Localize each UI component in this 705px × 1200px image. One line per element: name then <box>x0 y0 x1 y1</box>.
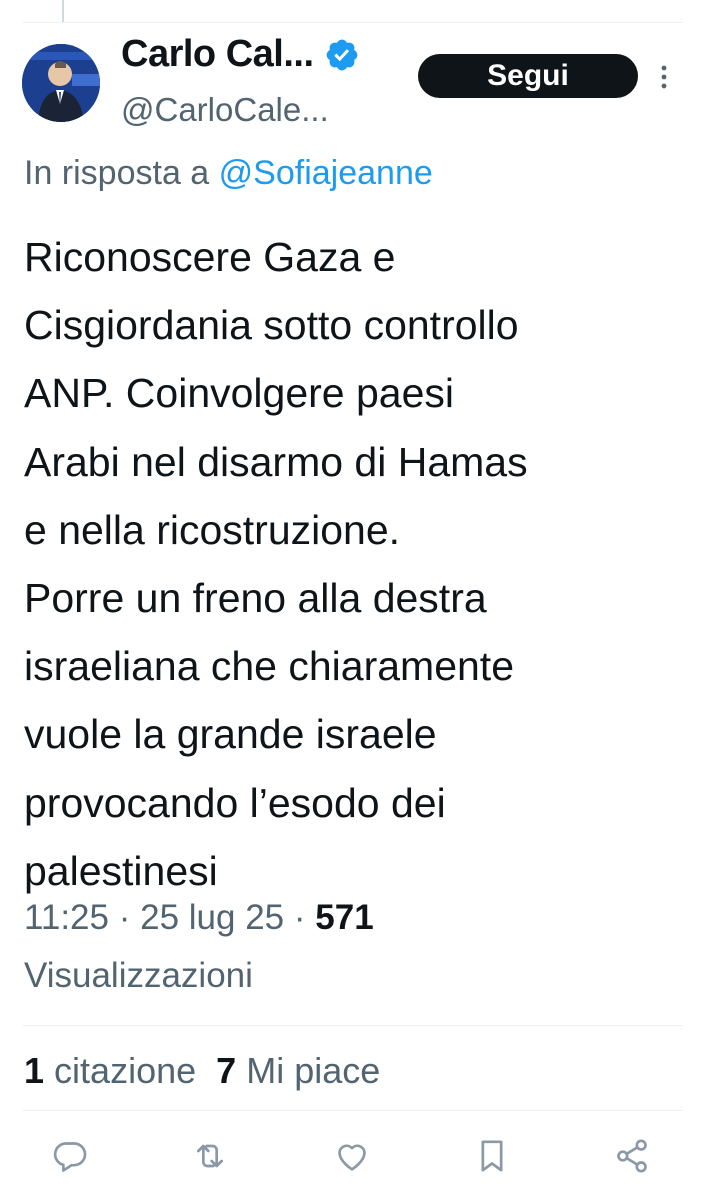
retweet-button[interactable] <box>190 1136 230 1176</box>
likes-label: Mi piace <box>246 1050 381 1091</box>
share-icon <box>617 1139 647 1173</box>
heart-icon <box>338 1144 366 1171</box>
tweet-detail: Carlo Cal... @CarloCale... Segui In risp… <box>0 0 705 1200</box>
engagement-stats: 1 citazione 7 Mi piace <box>24 1050 380 1092</box>
share-button[interactable] <box>612 1136 652 1176</box>
quotes-stat[interactable]: 1 citazione <box>24 1050 196 1091</box>
likes-count: 7 <box>216 1050 237 1091</box>
tweet-time[interactable]: 11:25 <box>24 898 109 937</box>
bookmark-icon <box>481 1140 503 1172</box>
tweet-meta: 11:25 · 25 lug 25 · 571 <box>24 898 374 938</box>
display-name[interactable]: Carlo Cal... <box>121 33 314 76</box>
reply-prefix: In risposta a <box>24 154 210 192</box>
divider <box>22 1025 683 1026</box>
quotes-label: citazione <box>54 1050 197 1091</box>
verified-badge-icon <box>326 39 357 70</box>
quotes-count: 1 <box>24 1050 45 1091</box>
top-divider <box>22 22 683 23</box>
reply-handle-link[interactable]: @Sofiajeanne <box>219 154 433 192</box>
thread-connector-line <box>62 0 64 22</box>
divider <box>22 1110 683 1111</box>
views-label: Visualizzazioni <box>24 956 253 995</box>
author-name-row[interactable]: Carlo Cal... <box>121 33 360 76</box>
like-button[interactable] <box>332 1136 372 1176</box>
avatar[interactable] <box>22 44 100 122</box>
follow-button[interactable]: Segui <box>418 54 638 98</box>
reply-context: In risposta a @Sofiajeanne <box>24 154 433 193</box>
meta-separator: · <box>118 898 131 937</box>
reply-icon <box>53 1142 87 1172</box>
meta-separator: · <box>293 898 306 937</box>
retweet-icon <box>197 1144 223 1168</box>
bookmark-button[interactable] <box>472 1136 512 1176</box>
views-count: 571 <box>315 898 374 937</box>
tweet-date[interactable]: 25 lug 25 <box>140 898 284 937</box>
tweet-text: Riconoscere Gaza e Cisgiordania sotto co… <box>24 234 528 894</box>
author-handle[interactable]: @CarloCale... <box>121 91 329 129</box>
likes-stat[interactable]: 7 Mi piace <box>216 1050 380 1091</box>
reply-button[interactable] <box>50 1136 90 1176</box>
more-vertical-icon[interactable] <box>656 62 672 92</box>
